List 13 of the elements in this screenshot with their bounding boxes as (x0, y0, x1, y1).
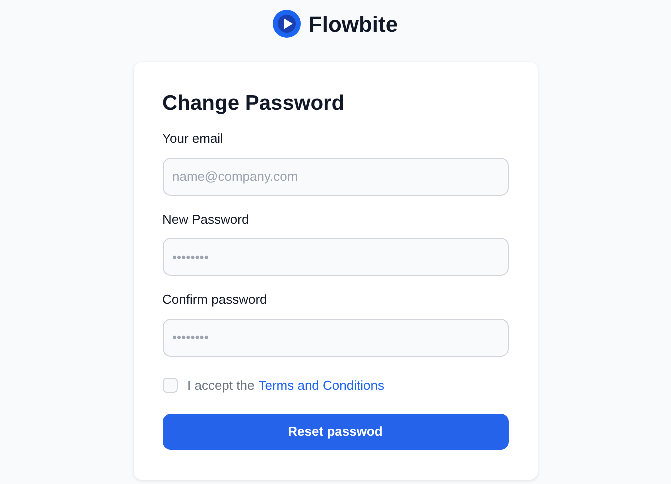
terms-link[interactable]: Terms and Conditions (258, 376, 384, 395)
reset-password-button[interactable]: Reset passwod (162, 414, 508, 450)
field-label: Your email (162, 130, 224, 148)
form-title: Change Password (162, 91, 346, 117)
field-label: New Password (162, 210, 250, 228)
input-field[interactable]: name@company.com (162, 158, 508, 196)
checkbox[interactable] (162, 378, 178, 393)
logo-icon (272, 10, 301, 38)
terms-text: I accept the (188, 376, 255, 395)
input-field[interactable]: •••••••• (162, 238, 508, 276)
field-label: Confirm password (162, 291, 268, 309)
input-field[interactable]: •••••••• (162, 318, 508, 356)
brand-name: Flowbite (308, 10, 398, 38)
